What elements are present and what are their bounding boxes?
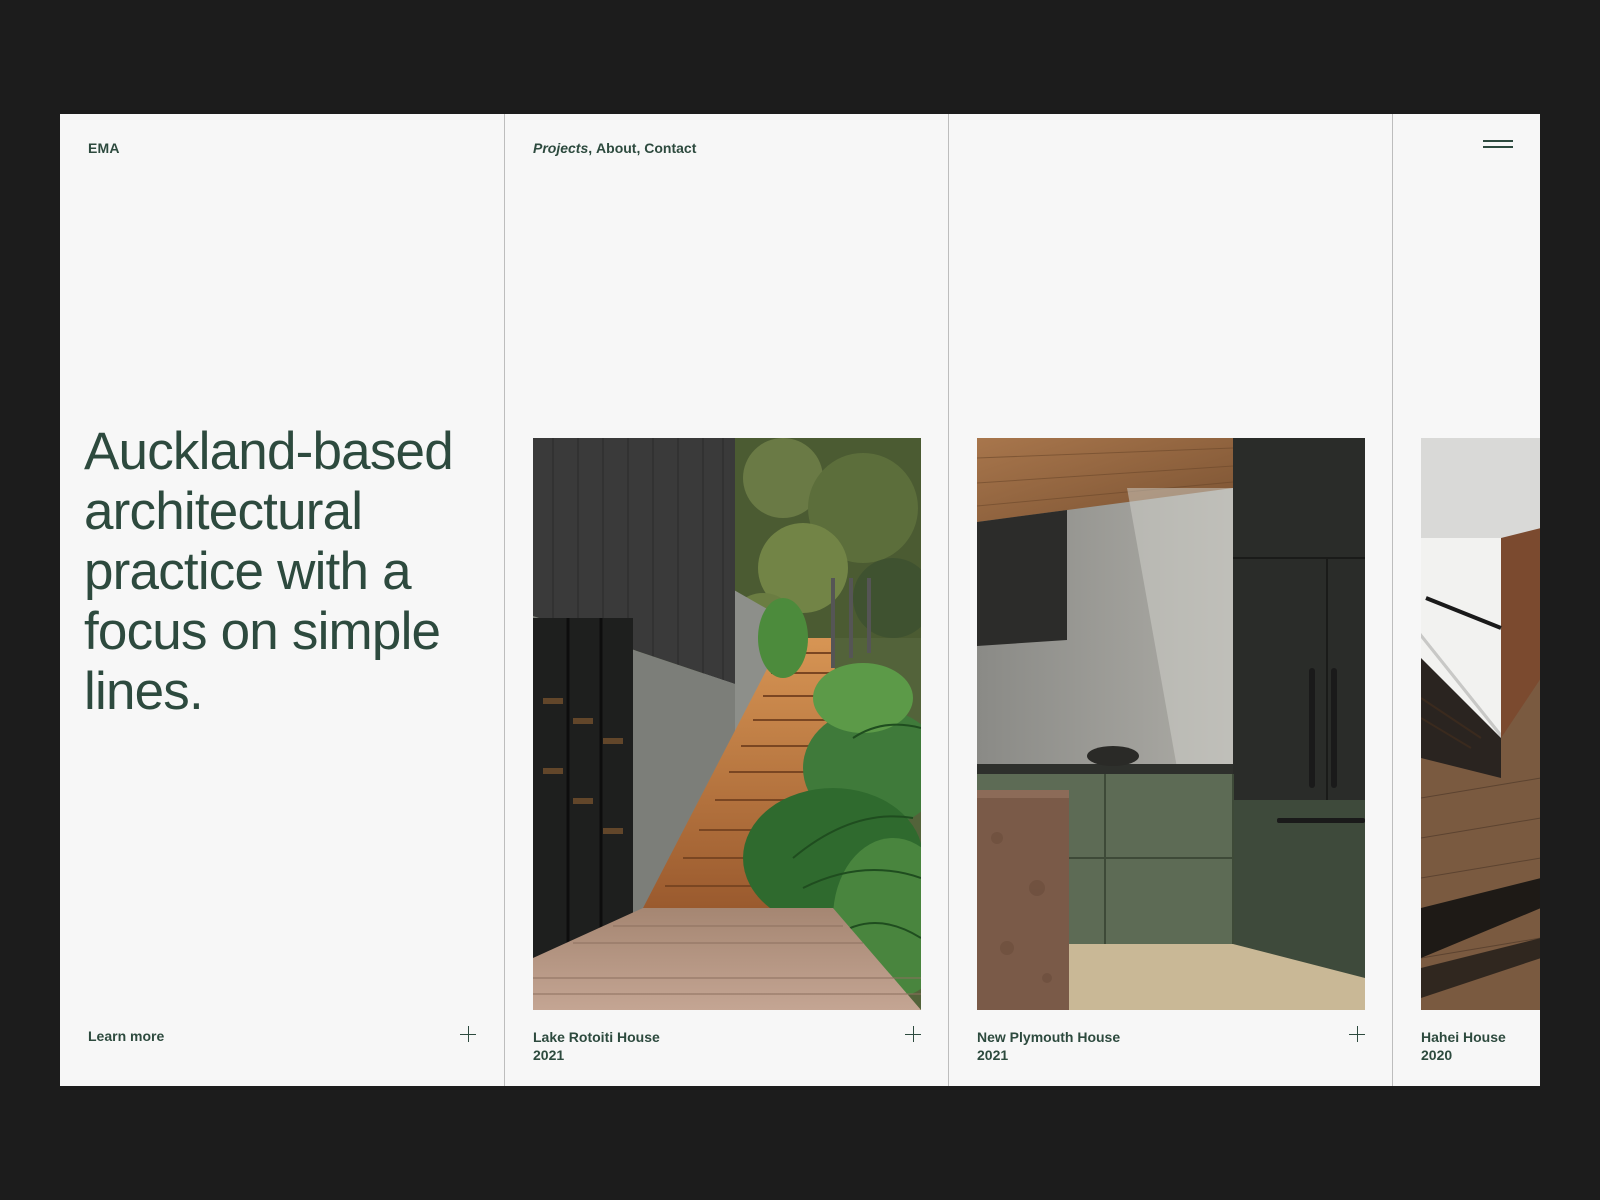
project-year: 2021 (533, 1047, 565, 1063)
learn-more-link[interactable]: Learn more (88, 1028, 164, 1044)
hero-headline: Auckland-based architectural practice wi… (84, 422, 454, 721)
project-title: Lake Rotoiti House (533, 1029, 660, 1045)
nav-separator: , (636, 140, 645, 156)
interior-stairs-illustration (1421, 438, 1540, 1010)
nav-link-contact[interactable]: Contact (644, 140, 696, 156)
nav-link-about[interactable]: About (596, 140, 636, 156)
kitchen-illustration (977, 438, 1365, 1010)
plus-icon[interactable] (460, 1026, 476, 1042)
page-frame: EMA Auckland-based architectural practic… (60, 114, 1540, 1086)
hamburger-menu-icon[interactable] (1483, 140, 1513, 152)
project-card-new-plymouth[interactable]: New Plymouth House 2021 (948, 114, 1392, 1086)
exterior-stairs-illustration (533, 438, 921, 1010)
project-card-hahei[interactable]: Hahei House 2020 (1392, 114, 1540, 1086)
project-year: 2020 (1421, 1047, 1453, 1063)
project-image-hahei[interactable] (1421, 438, 1540, 1010)
project-caption[interactable]: Lake Rotoiti House 2021 (533, 1028, 660, 1064)
nav-link-projects[interactable]: Projects (533, 140, 588, 156)
nav-separator: , (588, 140, 597, 156)
main-nav: Projects , About , Contact (533, 140, 696, 156)
project-year: 2021 (977, 1047, 1009, 1063)
project-caption[interactable]: Hahei House 2020 (1421, 1028, 1506, 1064)
project-image-lake-rotoiti[interactable] (533, 438, 921, 1010)
logo[interactable]: EMA (88, 140, 120, 156)
project-title: New Plymouth House (977, 1029, 1121, 1045)
intro-column: EMA Auckland-based architectural practic… (60, 114, 504, 1086)
project-card-lake-rotoiti[interactable]: Projects , About , Contact Lake Rotoiti … (504, 114, 948, 1086)
plus-icon[interactable] (1349, 1026, 1365, 1042)
project-image-new-plymouth[interactable] (977, 438, 1365, 1010)
plus-icon[interactable] (905, 1026, 921, 1042)
project-caption[interactable]: New Plymouth House 2021 (977, 1028, 1120, 1064)
project-title: Hahei House (1421, 1029, 1506, 1045)
